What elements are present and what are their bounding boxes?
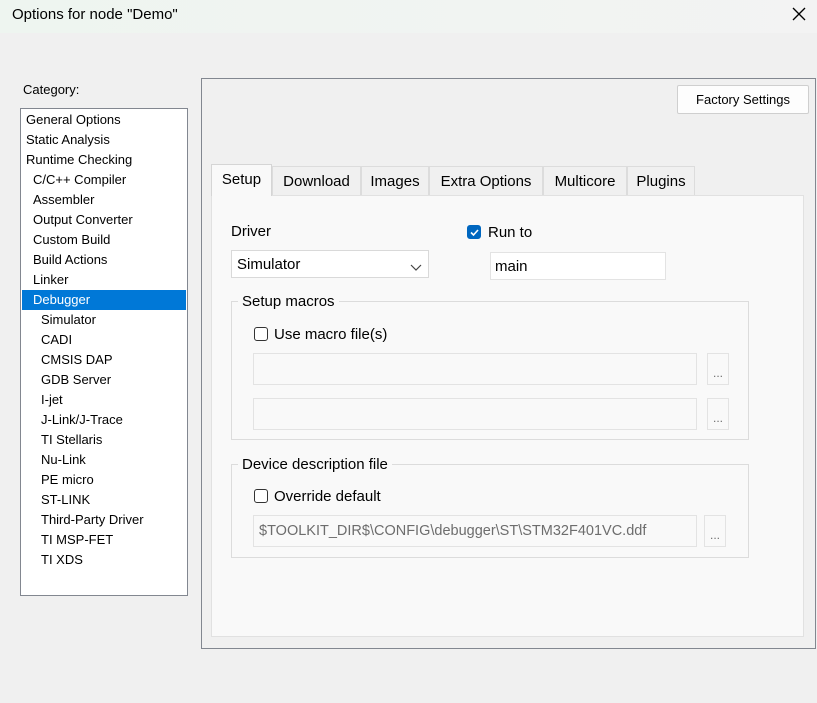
run-to-value: main <box>495 258 528 275</box>
browse-macro-1-button[interactable]: ... <box>707 353 729 385</box>
category-item-cmsis-dap[interactable]: CMSIS DAP <box>22 350 186 370</box>
category-item-simulator[interactable]: Simulator <box>22 310 186 330</box>
category-item-ti-xds[interactable]: TI XDS <box>22 550 186 570</box>
category-item-st-link[interactable]: ST-LINK <box>22 490 186 510</box>
category-item-nu-link[interactable]: Nu-Link <box>22 450 186 470</box>
category-item-third-party-driver[interactable]: Third-Party Driver <box>22 510 186 530</box>
browse-device-description-button[interactable]: ... <box>704 515 726 547</box>
tab-extra-options[interactable]: Extra Options <box>429 166 543 195</box>
tab-setup[interactable]: Setup <box>211 164 272 196</box>
run-to-label: Run to <box>488 224 533 241</box>
run-to-input[interactable]: main <box>490 252 666 280</box>
category-item-custom-build[interactable]: Custom Build <box>22 230 186 250</box>
category-item-i-jet[interactable]: I-jet <box>22 390 186 410</box>
category-item-ti-stellaris[interactable]: TI Stellaris <box>22 430 186 450</box>
run-to-checkbox[interactable] <box>467 225 481 239</box>
category-item-pe-micro[interactable]: PE micro <box>22 470 186 490</box>
browse-macro-2-button[interactable]: ... <box>707 398 729 430</box>
tab-download[interactable]: Download <box>272 166 361 195</box>
category-label: Category: <box>23 82 80 97</box>
use-macro-checkbox[interactable] <box>254 327 268 341</box>
category-item-c-c-compiler[interactable]: C/C++ Compiler <box>22 170 186 190</box>
factory-settings-button[interactable]: Factory Settings <box>677 85 809 114</box>
category-item-j-link-j-trace[interactable]: J-Link/J-Trace <box>22 410 186 430</box>
tab-multicore[interactable]: Multicore <box>543 166 627 195</box>
override-default-checkbox[interactable] <box>254 489 268 503</box>
category-item-general-options[interactable]: General Options <box>22 110 186 130</box>
category-item-cadi[interactable]: CADI <box>22 330 186 350</box>
checkmark-icon <box>469 228 479 236</box>
category-item-build-actions[interactable]: Build Actions <box>22 250 186 270</box>
category-item-gdb-server[interactable]: GDB Server <box>22 370 186 390</box>
category-item-ti-msp-fet[interactable]: TI MSP-FET <box>22 530 186 550</box>
macro-file-input-2[interactable] <box>253 398 697 430</box>
device-description-title: Device description file <box>238 456 392 473</box>
category-item-linker[interactable]: Linker <box>22 270 186 290</box>
close-icon[interactable] <box>789 4 809 24</box>
chevron-down-icon <box>410 259 422 271</box>
macro-file-input-1[interactable] <box>253 353 697 385</box>
override-default-label: Override default <box>274 488 381 505</box>
category-item-static-analysis[interactable]: Static Analysis <box>22 130 186 150</box>
driver-label: Driver <box>231 223 271 240</box>
category-list[interactable]: General Options Static Analysis Runtime Ch… <box>20 108 188 596</box>
tab-images[interactable]: Images <box>361 166 429 195</box>
use-macro-label: Use macro file(s) <box>274 326 388 343</box>
tab-bar: Setup Download Images Extra Options Mult… <box>211 164 804 196</box>
driver-value: Simulator <box>237 256 301 273</box>
setup-macros-title: Setup macros <box>238 293 339 310</box>
category-item-runtime-checking[interactable]: Runtime Checking <box>22 150 186 170</box>
device-description-path: $TOOLKIT_DIR$\CONFIG\debugger\ST\STM32F4… <box>259 523 647 539</box>
device-description-input[interactable]: $TOOLKIT_DIR$\CONFIG\debugger\ST\STM32F4… <box>253 515 697 547</box>
driver-dropdown[interactable]: Simulator <box>231 250 429 278</box>
window-title: Options for node "Demo" <box>12 6 178 23</box>
tab-plugins[interactable]: Plugins <box>627 166 695 195</box>
category-item-assembler[interactable]: Assembler <box>22 190 186 210</box>
category-item-output-converter[interactable]: Output Converter <box>22 210 186 230</box>
category-item-debugger[interactable]: Debugger <box>22 290 186 310</box>
title-bar: Options for node "Demo" <box>0 0 817 33</box>
